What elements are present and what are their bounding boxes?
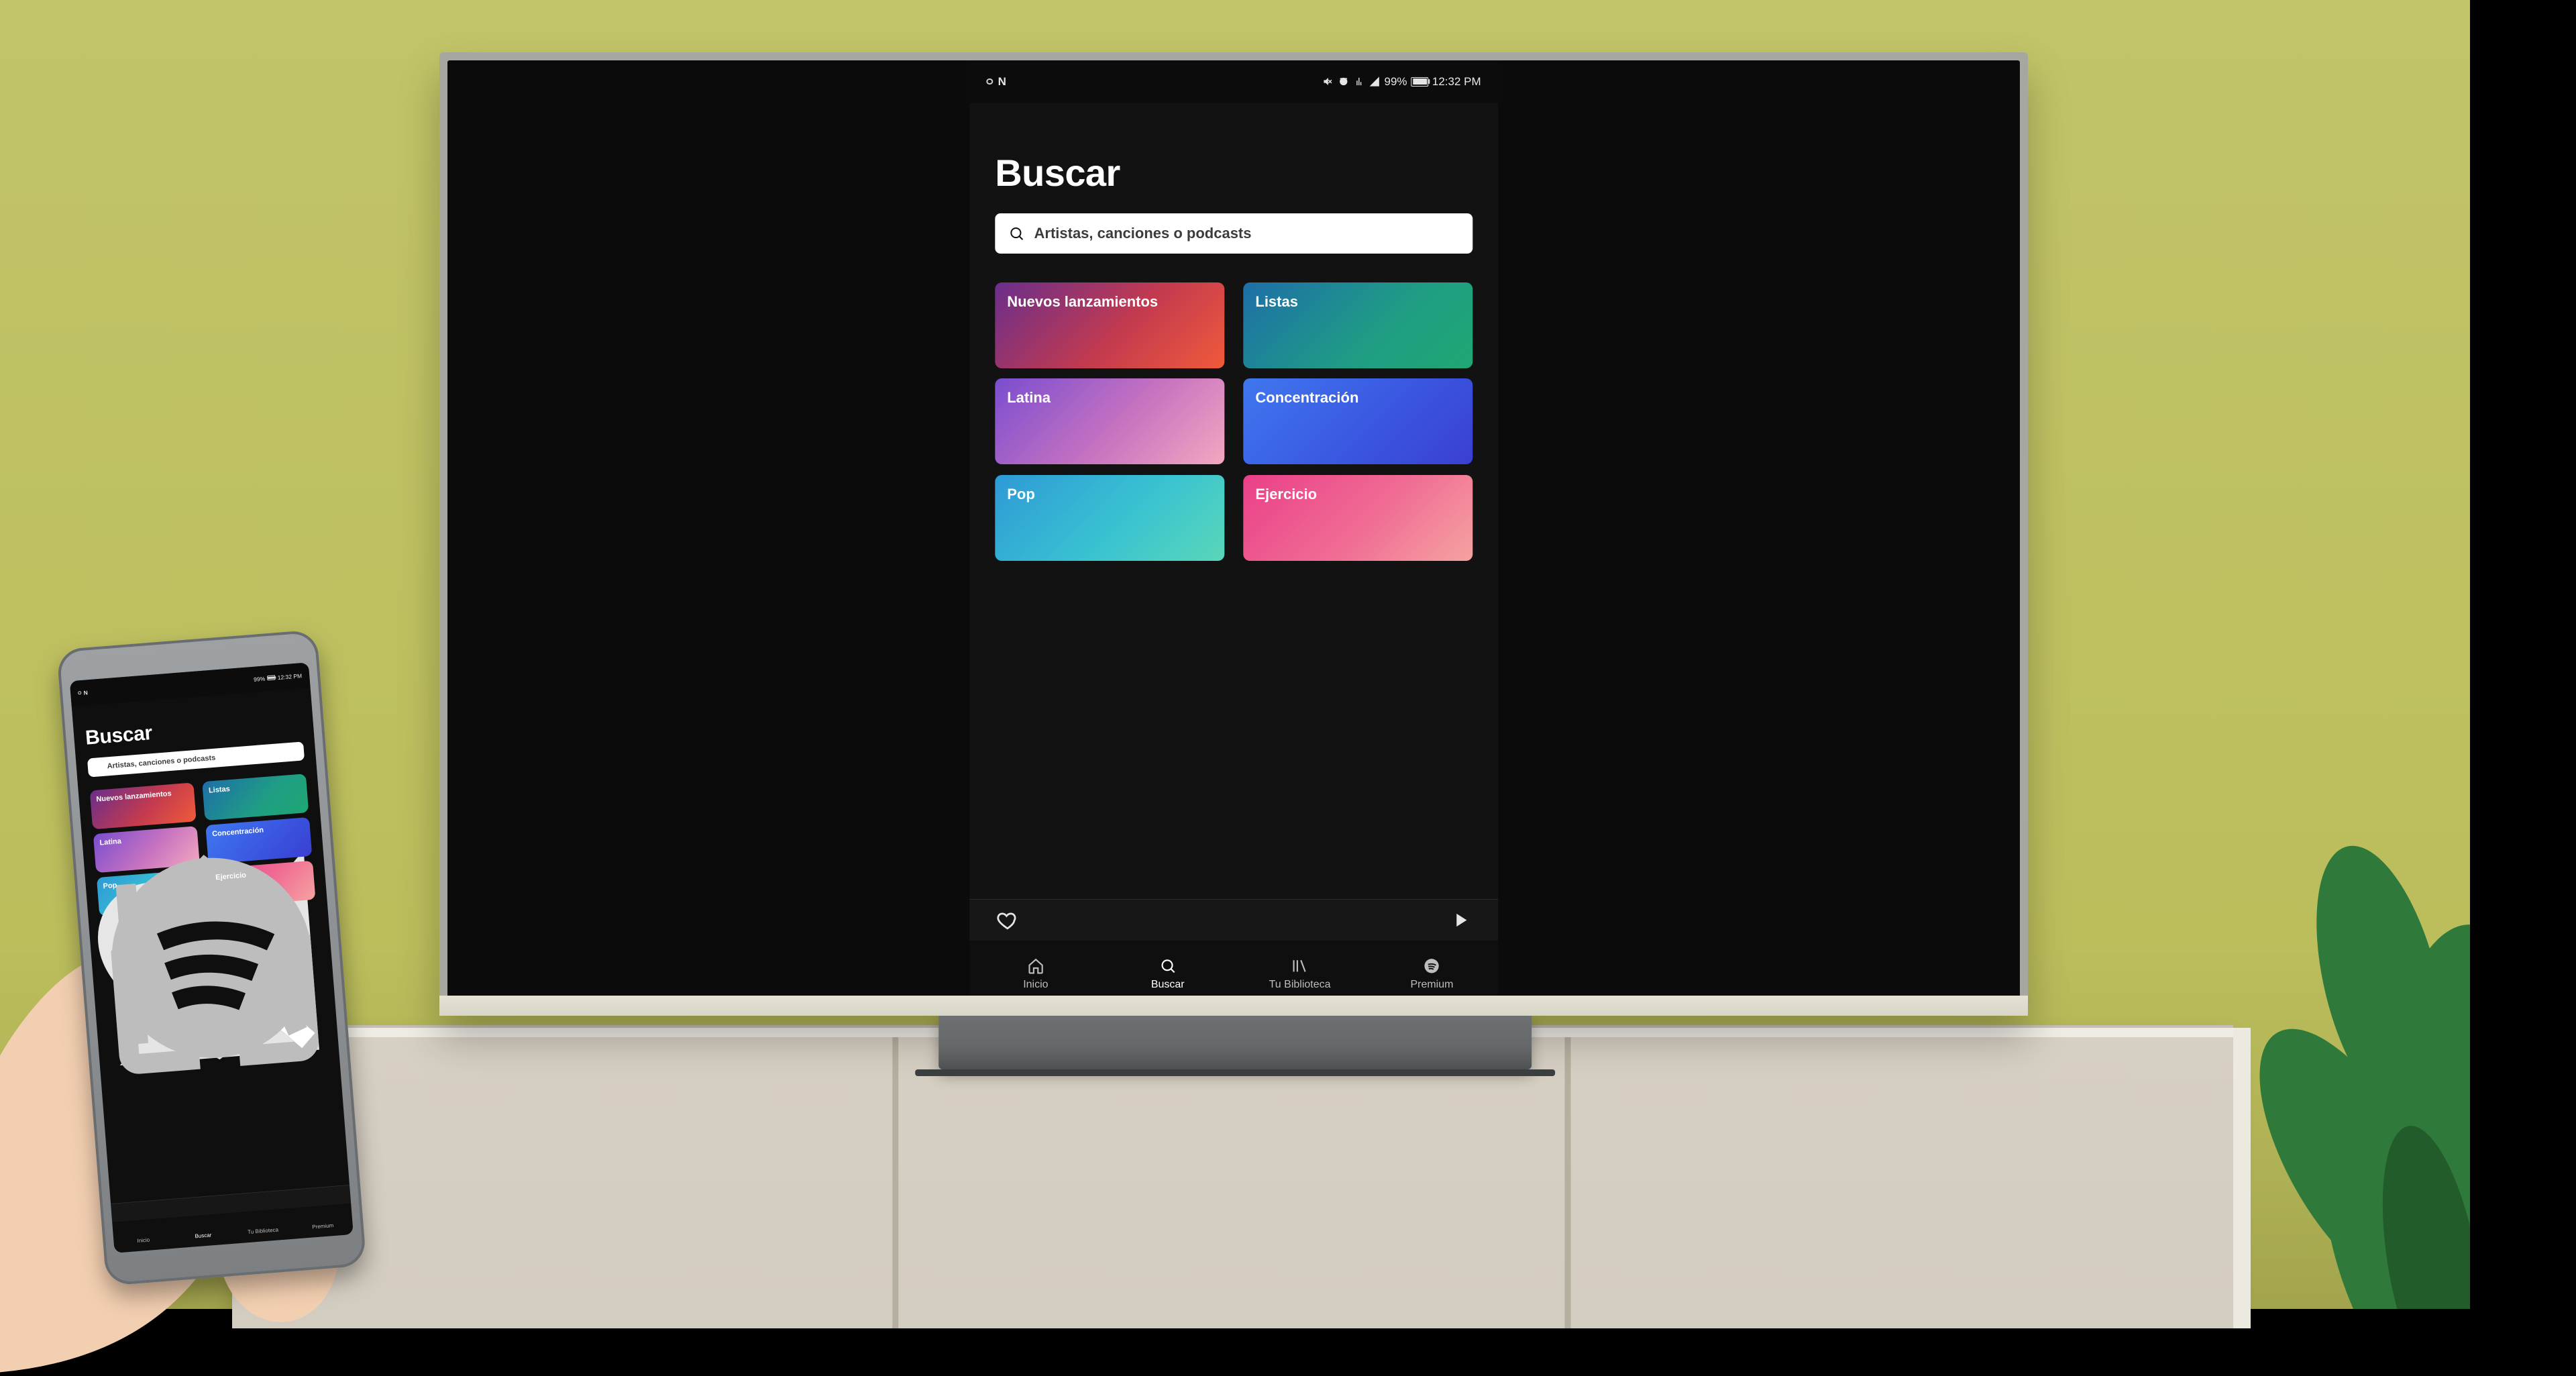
clock: 12:32 PM — [1432, 75, 1481, 89]
tv-bezel — [439, 996, 2028, 1016]
play-icon[interactable] — [1449, 909, 1471, 931]
status-bar: N 99% 12:32 PM — [969, 60, 1497, 103]
search-icon — [1159, 957, 1177, 975]
nav-label: Buscar — [1151, 979, 1185, 991]
tile-label: Listas — [1255, 293, 1460, 311]
notification-letter: N — [998, 75, 1006, 89]
status-dot-icon — [987, 78, 993, 85]
tv-mirrored-app: N 99% 12:32 PM — [969, 60, 1497, 1008]
mini-player[interactable] — [969, 899, 1497, 941]
alarm-icon — [1338, 76, 1350, 87]
app-screen-tv: N 99% 12:32 PM — [969, 60, 1497, 1008]
nav-label: Inicio — [1023, 979, 1048, 991]
battery-icon — [1411, 77, 1428, 87]
page-title: Buscar — [995, 151, 1472, 195]
spotify-icon — [317, 1212, 327, 1222]
search-icon — [1008, 225, 1024, 242]
scene-root: N 99% 12:32 PM — [0, 0, 2576, 1309]
spotify-icon — [1424, 957, 1441, 975]
tile-concentracion[interactable]: Concentración — [1243, 378, 1472, 464]
tv-frame: N 99% 12:32 PM — [439, 52, 2028, 1016]
page-body: Buscar Artistas, canciones o podcasts Nu… — [969, 103, 1497, 899]
tile-pop[interactable]: Pop — [995, 475, 1224, 561]
data-icon — [1354, 76, 1365, 87]
mute-icon — [1323, 76, 1334, 87]
library-icon — [1291, 957, 1309, 975]
tile-label: Ejercicio — [1255, 486, 1460, 503]
tv-stand — [938, 1014, 1532, 1069]
heart-icon[interactable] — [996, 909, 1018, 931]
search-placeholder: Artistas, canciones o podcasts — [1034, 225, 1252, 242]
home-icon — [1027, 957, 1044, 975]
tile-latina[interactable]: Latina — [995, 378, 1224, 464]
app-screen-phone: N 99% 12:32 PM Buscar — [69, 662, 354, 1253]
tile-label: Nuevos lanzamientos — [1007, 293, 1212, 311]
tile-listas[interactable]: Listas — [1243, 282, 1472, 368]
living-room-photo: N 99% 12:32 PM — [0, 0, 2470, 1309]
search-bar[interactable]: Artistas, canciones o podcasts — [995, 213, 1472, 254]
tv-screen: N 99% 12:32 PM — [447, 60, 2020, 1008]
nav-premium[interactable]: Premium — [291, 1204, 354, 1239]
tile-label: Pop — [1007, 486, 1212, 503]
tile-label: Concentración — [1255, 389, 1460, 407]
letterbox-right — [2470, 0, 2576, 1309]
app-screen-phone-inner: N 99% 12:32 PM Buscar — [69, 662, 354, 1253]
tile-nuevos-lanzamientos[interactable]: Nuevos lanzamientos — [995, 282, 1224, 368]
tile-ejercicio[interactable]: Ejercicio — [1243, 475, 1472, 561]
nav-label: Tu Biblioteca — [1269, 979, 1331, 991]
tile-label: Latina — [1007, 389, 1212, 407]
category-grid: Nuevos lanzamientos Listas Latina Concen… — [995, 282, 1472, 540]
signal-icon — [1369, 76, 1381, 87]
nav-label: Premium — [1410, 979, 1453, 991]
battery-percent: 99% — [1384, 75, 1407, 89]
